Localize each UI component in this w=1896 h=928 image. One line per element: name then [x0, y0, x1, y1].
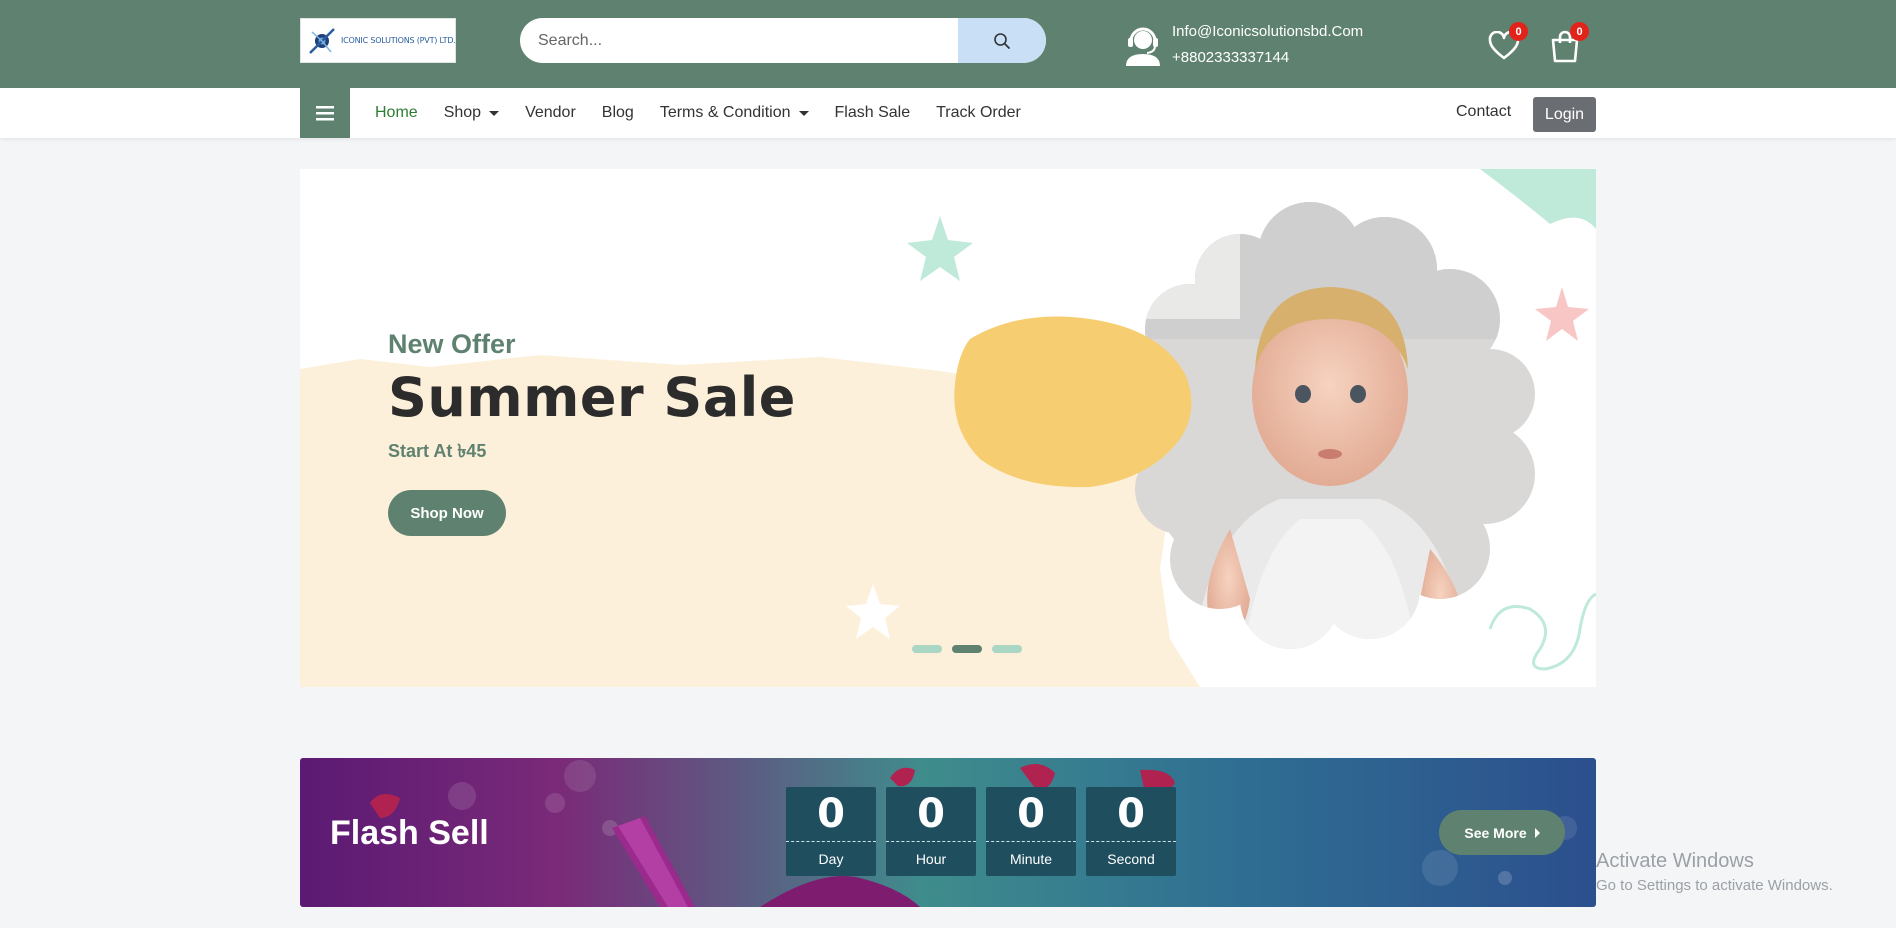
countdown-day-label: Day	[818, 851, 844, 867]
hero-title: Summer Sale	[388, 366, 796, 429]
search-bar	[520, 18, 1046, 63]
countdown-day: 0 Day	[786, 787, 876, 876]
hamburger-icon	[316, 106, 334, 121]
search-input[interactable]	[538, 18, 958, 63]
nav-home[interactable]: Home	[362, 104, 431, 122]
wishlist-button[interactable]: 0	[1486, 22, 1528, 64]
nav-blog-label: Blog	[601, 104, 634, 121]
countdown-hour: 0 Hour	[886, 787, 976, 876]
countdown-minute: 0 Minute	[986, 787, 1076, 876]
caret-right-icon	[1534, 827, 1540, 838]
main-navigation: Home Shop Vendor Blog Terms & Condition …	[0, 88, 1896, 138]
contact-info: Info@Iconicsolutionsbd.Com +880233333714…	[1124, 20, 1363, 70]
watermark-title: Activate Windows	[1596, 850, 1754, 872]
slider-dots	[912, 645, 1022, 653]
nav-shop[interactable]: Shop	[431, 104, 512, 122]
nav-vendor-label: Vendor	[525, 104, 576, 121]
countdown-divider	[986, 841, 1076, 842]
watermark-subtitle: Go to Settings to activate Windows.	[1596, 877, 1833, 894]
top-header: ICONIC SOLUTIONS (PVT) LTD. Info@Iconics…	[0, 0, 1896, 88]
flash-sale-title: Flash Sell	[330, 814, 489, 852]
see-more-label: See More	[1464, 824, 1527, 841]
nav-track-order[interactable]: Track Order	[923, 104, 1034, 122]
shop-now-button[interactable]: Shop Now	[388, 490, 506, 536]
hero-banner: New Offer Summer Sale Start At ৳45 Shop …	[300, 169, 1596, 687]
slider-dot-2[interactable]	[952, 645, 982, 653]
countdown-second-value: 0	[1117, 791, 1145, 837]
countdown-divider	[886, 841, 976, 842]
nav-contact[interactable]: Contact	[1456, 103, 1511, 121]
nav-shop-label: Shop	[443, 104, 482, 121]
nav-terms[interactable]: Terms & Condition	[647, 104, 822, 122]
login-button[interactable]: Login	[1533, 97, 1596, 132]
nav-track-order-label: Track Order	[936, 104, 1021, 121]
countdown-second: 0 Second	[1086, 787, 1176, 876]
site-logo[interactable]: ICONIC SOLUTIONS (PVT) LTD.	[300, 18, 456, 63]
nav-blog[interactable]: Blog	[589, 104, 647, 122]
nav-terms-label: Terms & Condition	[659, 104, 791, 121]
hero-subtitle: Start At ৳45	[388, 441, 487, 461]
wishlist-count-badge: 0	[1509, 22, 1528, 41]
caret-down-icon	[489, 110, 500, 116]
logo-mark-icon	[307, 26, 337, 56]
nav-flash-sale-label: Flash Sale	[834, 104, 911, 121]
countdown-hour-label: Hour	[915, 851, 947, 867]
countdown-timer: 0 Day 0 Hour 0 Minute 0 Second	[786, 787, 1176, 876]
countdown-divider	[1086, 841, 1176, 842]
slider-dot-3[interactable]	[992, 645, 1022, 653]
hero-eyebrow: New Offer	[388, 329, 516, 359]
category-menu-button[interactable]	[300, 88, 350, 138]
nav-flash-sale[interactable]: Flash Sale	[822, 104, 924, 122]
windows-activation-watermark: Activate Windows Go to Settings to activ…	[1596, 850, 1833, 894]
headset-icon	[1126, 27, 1160, 66]
countdown-hour-value: 0	[917, 791, 945, 837]
search-icon	[994, 32, 1010, 49]
search-button[interactable]	[958, 18, 1046, 63]
hero-copy: New Offer Summer Sale Start At ৳45 Shop …	[388, 329, 796, 536]
logo-text: ICONIC SOLUTIONS (PVT) LTD.	[341, 36, 456, 45]
nav-links: Home Shop Vendor Blog Terms & Condition …	[362, 88, 1034, 138]
contact-email[interactable]: Info@Iconicsolutionsbd.Com	[1172, 19, 1363, 45]
contact-phone[interactable]: +8802333337144	[1172, 45, 1363, 71]
nav-vendor[interactable]: Vendor	[512, 104, 589, 122]
nav-home-label: Home	[375, 104, 418, 121]
see-more-button[interactable]: See More	[1439, 810, 1565, 855]
countdown-day-value: 0	[817, 791, 845, 837]
countdown-minute-label: Minute	[1009, 851, 1053, 867]
countdown-divider	[786, 841, 876, 842]
countdown-second-label: Second	[1107, 851, 1155, 867]
slider-dot-1[interactable]	[912, 645, 942, 653]
cart-button[interactable]: 0	[1547, 22, 1589, 64]
cart-count-badge: 0	[1570, 22, 1589, 41]
flash-sale-banner: Flash Sell 0 Day 0 Hour 0 Minute 0 Secon…	[300, 758, 1596, 907]
countdown-minute-value: 0	[1017, 791, 1045, 837]
caret-down-icon	[798, 110, 809, 116]
